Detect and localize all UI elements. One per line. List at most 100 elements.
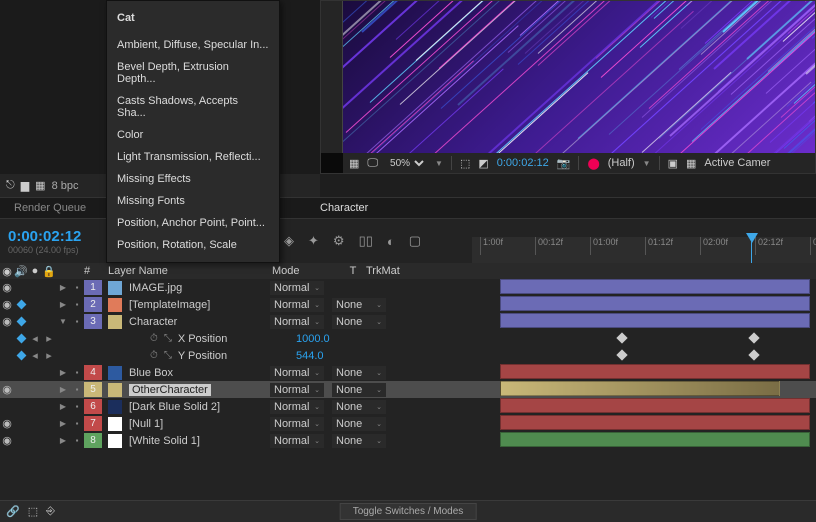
- layer-duration-bar[interactable]: [500, 296, 810, 311]
- dropdown-item[interactable]: Missing Effects: [107, 168, 279, 190]
- grid2-icon[interactable]: ▦: [686, 157, 696, 170]
- keyframe-marker[interactable]: [748, 349, 759, 360]
- keyframe-marker[interactable]: [616, 349, 627, 360]
- label-color[interactable]: ▪: [70, 402, 84, 411]
- toggle-switches-modes[interactable]: Toggle Switches / Modes: [340, 503, 477, 520]
- stopwatch-icon[interactable]: ⏱: [150, 333, 158, 344]
- expand-arrow[interactable]: ▶: [56, 283, 70, 292]
- time-ruler[interactable]: 1:00f00:12f01:00f01:12f02:00f02:12f03:00…: [472, 219, 816, 263]
- keyframe-nav-diamond[interactable]: [14, 316, 28, 328]
- layer-duration-bar[interactable]: [500, 313, 810, 328]
- keyframe-marker[interactable]: [748, 332, 759, 343]
- keyframe-marker[interactable]: [616, 332, 627, 343]
- label-color[interactable]: ▪: [70, 436, 84, 445]
- layer-duration-bar[interactable]: [500, 364, 810, 379]
- blend-mode-select[interactable]: Normal⌄: [270, 383, 332, 397]
- layer-duration-bar[interactable]: [500, 398, 810, 413]
- render-icon[interactable]: ⎆: [46, 505, 55, 518]
- col-video-icon[interactable]: ◉: [0, 265, 14, 278]
- dropdown-item[interactable]: Casts Shadows, Accepts Sha...: [107, 90, 279, 124]
- label-color[interactable]: ▪: [70, 368, 84, 377]
- frame-blend-icon[interactable]: ▯▯: [359, 233, 373, 249]
- keyframe-nav-diamond[interactable]: [14, 299, 28, 311]
- layer-name[interactable]: Character: [102, 315, 270, 329]
- label-color[interactable]: ▪: [70, 385, 84, 394]
- blend-mode-select[interactable]: Normal⌄: [270, 281, 332, 295]
- track-matte-select[interactable]: None⌄: [332, 400, 392, 414]
- zoom-select[interactable]: 50%: [386, 157, 427, 170]
- col-hash[interactable]: #: [84, 265, 102, 277]
- layer-name[interactable]: OtherCharacter: [102, 383, 270, 397]
- bpc-label[interactable]: 8 bpc: [52, 180, 79, 192]
- dropdown-item[interactable]: Ambient, Diffuse, Specular In...: [107, 34, 279, 56]
- color-mgmt-icon[interactable]: ⬤: [587, 157, 599, 170]
- track-matte-select[interactable]: None⌄: [332, 383, 392, 397]
- timecode-main[interactable]: 0:00:02:12: [8, 228, 98, 245]
- graph-editor-icon[interactable]: ▢: [409, 233, 421, 249]
- track-matte-select[interactable]: None⌄: [332, 417, 392, 431]
- visibility-toggle[interactable]: ◉: [0, 417, 14, 430]
- expand-arrow[interactable]: ▶: [56, 300, 70, 309]
- track-matte-select[interactable]: None⌄: [332, 434, 392, 448]
- layer-name[interactable]: Blue Box: [102, 366, 270, 380]
- graph-icon[interactable]: ⤡: [164, 350, 172, 361]
- layer-duration-bar[interactable]: [500, 432, 810, 447]
- blend-mode-select[interactable]: Normal⌄: [270, 434, 332, 448]
- expand-arrow[interactable]: ▶: [56, 402, 70, 411]
- crop-icon[interactable]: ◩: [478, 157, 488, 170]
- expand-arrow[interactable]: ▶: [56, 385, 70, 394]
- flow-icon[interactable]: ⎋: [6, 179, 15, 192]
- track-matte-select[interactable]: None⌄: [332, 315, 392, 329]
- preview-canvas[interactable]: [343, 1, 815, 153]
- dropdown-item[interactable]: Position, Anchor Point, Point...: [107, 212, 279, 234]
- blend-mode-select[interactable]: Normal⌄: [270, 400, 332, 414]
- layer-name[interactable]: [TemplateImage]: [102, 298, 270, 312]
- col-audio-icon[interactable]: 🔊: [14, 265, 28, 278]
- visibility-toggle[interactable]: ◉: [0, 298, 14, 311]
- layer-duration-bar[interactable]: [500, 279, 810, 294]
- expand-arrow[interactable]: ▶: [56, 368, 70, 377]
- expand-arrow[interactable]: ▶: [56, 419, 70, 428]
- label-color[interactable]: ▪: [70, 317, 84, 326]
- dropdown-header[interactable]: Cat: [107, 7, 279, 34]
- track-area[interactable]: [470, 279, 816, 500]
- blend-mode-select[interactable]: Normal⌄: [270, 298, 332, 312]
- shy-toggle-icon[interactable]: ⬚: [28, 505, 38, 518]
- blend-mode-select[interactable]: Normal⌄: [270, 366, 332, 380]
- dropdown-item[interactable]: Bevel Depth, Extrusion Depth...: [107, 56, 279, 90]
- quality-select[interactable]: (Half): [608, 157, 635, 169]
- col-t[interactable]: T: [340, 265, 366, 277]
- blend-mode-select[interactable]: Normal⌄: [270, 417, 332, 431]
- mask-icon[interactable]: ⬚: [460, 157, 470, 170]
- layer-name[interactable]: [Dark Blue Solid 2]: [102, 400, 270, 414]
- visibility-toggle[interactable]: ◉: [0, 315, 14, 328]
- layer-duration-bar[interactable]: [500, 381, 780, 396]
- keyframe-diamond[interactable]: [14, 333, 28, 345]
- expand-arrow[interactable]: ▼: [56, 317, 70, 326]
- dropdown-item[interactable]: Light Transmission, Reflecti...: [107, 146, 279, 168]
- layer-duration-bar[interactable]: [500, 415, 810, 430]
- visibility-toggle[interactable]: ◉: [0, 434, 14, 447]
- view-icon[interactable]: ▣: [668, 157, 678, 170]
- camera-icon[interactable]: 📷: [557, 157, 571, 170]
- label-color[interactable]: ▪: [70, 300, 84, 309]
- track-matte-select[interactable]: None⌄: [332, 366, 392, 380]
- property-value[interactable]: 1000.0: [296, 333, 330, 345]
- blend-mode-select[interactable]: Normal⌄: [270, 315, 332, 329]
- shy-icon[interactable]: ⚙: [333, 233, 345, 249]
- grid-icon[interactable]: ▦: [349, 157, 359, 170]
- track-matte-select[interactable]: None⌄: [332, 298, 392, 312]
- view-select[interactable]: Active Camer: [704, 157, 770, 169]
- visibility-toggle[interactable]: ◉: [0, 383, 14, 396]
- keyframe-diamond[interactable]: [14, 350, 28, 362]
- col-trkmat[interactable]: TrkMat: [366, 265, 400, 277]
- expand-arrow[interactable]: ▶: [56, 436, 70, 445]
- layer-name[interactable]: [White Solid 1]: [102, 434, 270, 448]
- col-layername[interactable]: Layer Name: [102, 265, 272, 277]
- monitor-icon[interactable]: 🖵: [367, 157, 378, 170]
- tab-character[interactable]: Character: [306, 198, 382, 218]
- col-mode[interactable]: Mode: [272, 265, 340, 277]
- label-color[interactable]: ▪: [70, 419, 84, 428]
- stopwatch-icon[interactable]: ⏱: [150, 350, 158, 361]
- preview-timecode[interactable]: 0:00:02:12: [497, 157, 549, 169]
